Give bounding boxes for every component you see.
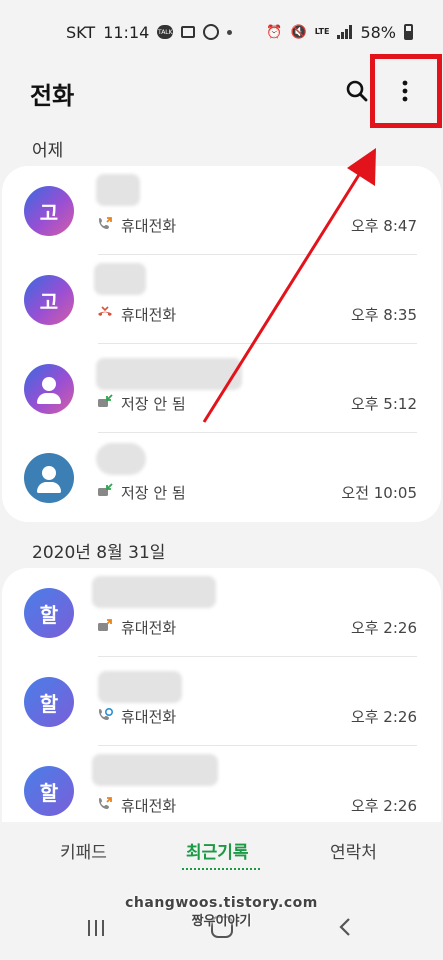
alarm-icon: ⏰: [266, 24, 283, 40]
avatar: 고: [24, 186, 74, 236]
contact-name-redacted: [96, 174, 140, 206]
contact-name-redacted: [92, 754, 218, 786]
bottom-tab-bar: 키패드 최근기록 연락처: [0, 822, 443, 878]
image-icon: [181, 26, 196, 38]
call-log-card: 할 휴대전화 오후 2:26 할 휴대전화 오후 2:26 할 휴대전화 오후 …: [2, 568, 441, 826]
call-time: 오후 8:35: [350, 306, 417, 324]
contact-name-redacted: [94, 263, 146, 295]
call-log-row[interactable]: 고 휴대전화 오후 8:47: [2, 166, 441, 255]
hd-outgoing-call-icon: [99, 797, 112, 809]
incoming-message-icon: [98, 394, 113, 407]
video-call-icon: [99, 708, 113, 720]
incoming-message-icon: [98, 483, 113, 496]
contact-name-redacted: [96, 443, 146, 475]
call-time: 오후 8:47: [350, 217, 417, 235]
mute-icon: 🔇: [290, 24, 307, 40]
call-type: 휴대전화: [121, 619, 177, 637]
carrier-label: SKT: [66, 22, 96, 42]
outgoing-call-icon: [99, 217, 112, 229]
call-log-row[interactable]: 할 휴대전화 오후 2:26: [2, 568, 441, 657]
avatar: 고: [24, 275, 74, 325]
avatar: 할: [24, 677, 74, 727]
page-title: 전화: [30, 82, 75, 110]
tab-recent[interactable]: 최근기록: [186, 838, 249, 863]
kakaotalk-icon: TALK: [157, 25, 174, 39]
map-pin-icon: [203, 24, 220, 40]
call-type: 저장 안 됨: [121, 395, 186, 413]
avatar: [24, 364, 74, 414]
call-log-row[interactable]: 저장 안 됨 오후 5:12: [2, 344, 441, 433]
call-log-card: 고 휴대전화 오후 8:47 고 휴대전화 오후 8:35 저장 안 됨 오후 …: [2, 166, 441, 522]
section-label-date: 2020년 8월 31일: [32, 543, 166, 563]
section-label-yesterday: 어제: [32, 141, 64, 161]
search-button[interactable]: [340, 74, 374, 108]
annotation-highlight-box: [370, 54, 442, 128]
watermark-blog-name: 짱우이야기: [191, 914, 252, 929]
call-time: 오후 2:26: [350, 619, 417, 637]
call-time: 오후 2:26: [350, 797, 417, 815]
clock: 11:14: [103, 22, 150, 42]
contact-name-redacted: [96, 358, 242, 390]
battery-icon: [404, 24, 413, 40]
avatar: [24, 453, 74, 503]
contact-name-redacted: [92, 576, 216, 608]
call-log-row[interactable]: 저장 안 됨 오전 10:05: [2, 433, 441, 522]
watermark-url: changwoos.tistory.com: [125, 895, 318, 911]
tab-contacts[interactable]: 연락처: [330, 838, 377, 863]
call-log-row[interactable]: 고 휴대전화 오후 8:35: [2, 255, 441, 344]
call-time: 오전 10:05: [341, 484, 417, 502]
lte-icon: LTE: [314, 27, 330, 36]
active-tab-indicator: [182, 868, 260, 870]
call-time: 오후 5:12: [350, 395, 417, 413]
call-type: 저장 안 됨: [121, 484, 186, 502]
call-type: 휴대전화: [121, 217, 177, 235]
person-icon-body: [37, 482, 61, 493]
search-icon: [346, 80, 368, 102]
person-icon-body: [37, 393, 61, 404]
rejected-call-icon: [98, 306, 112, 316]
tab-keypad[interactable]: 키패드: [60, 838, 107, 863]
contact-name-redacted: [98, 671, 182, 703]
call-type: 휴대전화: [121, 797, 177, 815]
call-log-row[interactable]: 할 휴대전화 오후 2:26: [2, 657, 441, 746]
person-icon: [42, 466, 56, 480]
call-time: 오후 2:26: [350, 708, 417, 726]
call-type: 휴대전화: [121, 708, 177, 726]
call-type: 휴대전화: [121, 306, 177, 324]
signal-icon: [337, 25, 353, 39]
avatar: 할: [24, 588, 74, 638]
battery-percent: 58%: [360, 22, 396, 42]
avatar: 할: [24, 766, 74, 816]
person-icon: [42, 377, 56, 391]
more-notifications-icon: [227, 29, 233, 35]
outgoing-message-icon: [98, 619, 112, 631]
